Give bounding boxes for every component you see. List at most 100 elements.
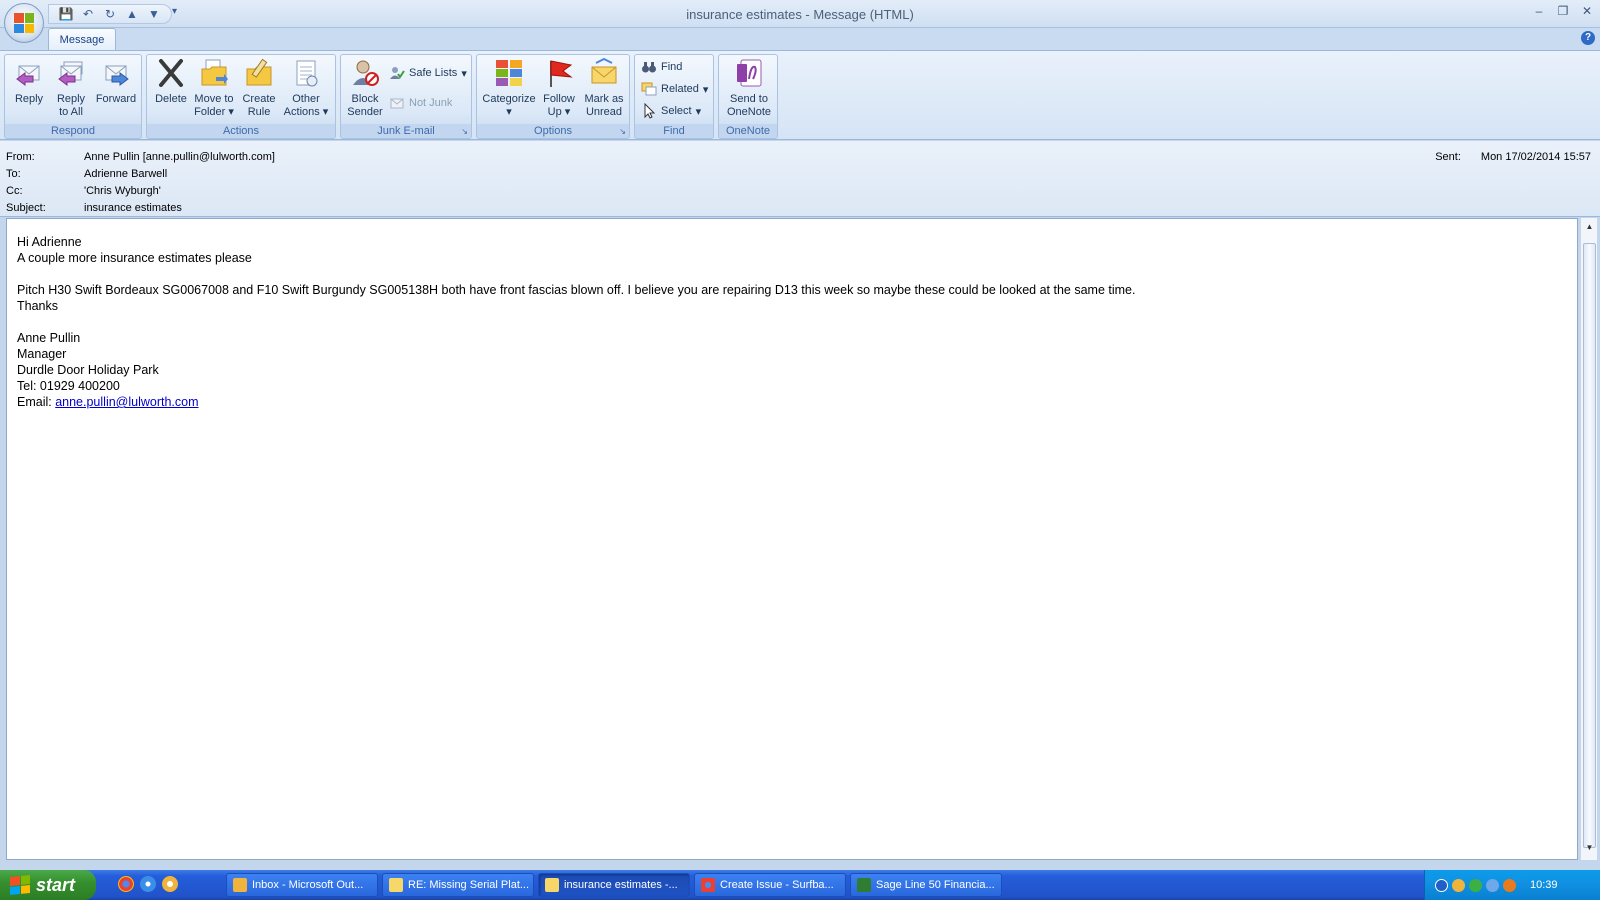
- minimize-icon[interactable]: –: [1532, 4, 1546, 18]
- group-label-find: Find: [635, 124, 713, 138]
- group-actions: Delete Move to Folder ▾ Create Rule Othe…: [146, 54, 336, 139]
- task-button[interactable]: Sage Line 50 Financia...: [850, 873, 1002, 897]
- to-label: To:: [6, 168, 21, 180]
- signature-title: Manager: [17, 347, 67, 361]
- to-value[interactable]: Adrienne Barwell: [84, 168, 167, 180]
- from-value[interactable]: Anne Pullin [anne.pullin@lulworth.com]: [84, 151, 275, 163]
- tray-outlook-icon[interactable]: [1452, 878, 1465, 892]
- select-button[interactable]: Select ▾: [641, 102, 701, 119]
- tray-expand-icon[interactable]: [1435, 878, 1448, 892]
- reply-all-icon: [55, 57, 87, 89]
- system-tray: 10:39: [1424, 870, 1600, 900]
- group-label-junk-email: Junk E-mail: [341, 124, 471, 138]
- categorize-button[interactable]: Categorize ▾: [479, 57, 539, 119]
- office-logo-icon: [14, 13, 34, 33]
- quick-access-toolbar: 💾 ↶ ↻ ▲ ▼: [48, 4, 172, 24]
- task-button[interactable]: RE: Missing Serial Plat...: [382, 873, 534, 897]
- reply-icon: [13, 57, 45, 89]
- tab-message[interactable]: Message: [48, 28, 116, 51]
- vertical-scrollbar[interactable]: ▲ ▼: [1580, 218, 1597, 860]
- task-list: Inbox - Microsoft Out... RE: Missing Ser…: [226, 873, 1002, 897]
- envelope-icon: [545, 878, 559, 892]
- follow-up-button[interactable]: Follow Up ▾: [539, 57, 579, 119]
- subject-value: insurance estimates: [84, 202, 182, 214]
- safe-lists-button[interactable]: Safe Lists ▾: [389, 65, 467, 81]
- unread-envelope-icon: [588, 57, 620, 89]
- onenote-icon: [733, 57, 765, 89]
- ribbon-tab-row: Message ?: [0, 28, 1600, 51]
- body-line: Pitch H30 Swift Bordeaux SG0067008 and F…: [17, 283, 1136, 297]
- flag-icon: [543, 57, 575, 89]
- chrome-icon[interactable]: [118, 876, 134, 892]
- not-junk-button[interactable]: Not Junk: [389, 95, 452, 111]
- window-title: insurance estimates - Message (HTML): [686, 7, 914, 22]
- start-button[interactable]: start: [0, 870, 96, 900]
- forward-button[interactable]: Forward: [93, 57, 139, 106]
- help-icon[interactable]: ?: [1581, 31, 1595, 45]
- tray-status-icon[interactable]: [1469, 878, 1482, 892]
- group-label-respond: Respond: [5, 124, 141, 138]
- task-button-active[interactable]: insurance estimates -...: [538, 873, 690, 897]
- cc-value[interactable]: 'Chris Wyburgh': [84, 185, 161, 197]
- task-button[interactable]: Inbox - Microsoft Out...: [226, 873, 378, 897]
- sent-date: Sent: Mon 17/02/2014 15:57: [1435, 151, 1591, 163]
- title-bar: insurance estimates - Message (HTML) 💾 ↶…: [0, 0, 1600, 28]
- restore-icon[interactable]: ❐: [1556, 4, 1570, 18]
- customize-qat-icon[interactable]: ▾: [172, 6, 177, 17]
- next-item-icon[interactable]: ▼: [145, 7, 163, 21]
- find-button[interactable]: Find: [641, 59, 682, 75]
- forward-icon: [100, 57, 132, 89]
- folder-move-icon: [198, 57, 230, 89]
- junk-dialog-launcher-icon[interactable]: ↘: [461, 127, 468, 136]
- save-icon[interactable]: 💾: [57, 7, 75, 21]
- sent-label: Sent:: [1435, 151, 1461, 163]
- signature-company: Durdle Door Holiday Park: [17, 363, 159, 377]
- cc-label: Cc:: [6, 185, 23, 197]
- email-link[interactable]: anne.pullin@lulworth.com: [55, 395, 198, 409]
- redo-icon[interactable]: ↻: [101, 7, 119, 21]
- reply-button[interactable]: Reply: [9, 57, 49, 106]
- binoculars-icon: [641, 59, 657, 75]
- reply-all-button[interactable]: Reply to All: [51, 57, 91, 119]
- internet-explorer-icon[interactable]: [140, 876, 156, 892]
- options-dialog-launcher-icon[interactable]: ↘: [619, 127, 626, 136]
- delete-button[interactable]: Delete: [151, 57, 191, 106]
- move-to-folder-button[interactable]: Move to Folder ▾: [191, 57, 237, 119]
- related-messages-icon: [641, 81, 657, 97]
- sage-icon: [857, 878, 871, 892]
- other-actions-icon: [290, 57, 322, 89]
- cursor-icon: [641, 102, 657, 119]
- close-icon[interactable]: ✕: [1580, 4, 1594, 18]
- scroll-down-icon[interactable]: ▼: [1583, 843, 1596, 856]
- create-rule-button[interactable]: Create Rule: [239, 57, 279, 119]
- send-to-onenote-button[interactable]: Send to OneNote: [721, 57, 777, 119]
- previous-item-icon[interactable]: ▲: [123, 7, 141, 21]
- message-body[interactable]: Hi Adrienne A couple more insurance esti…: [6, 218, 1578, 860]
- network-icon[interactable]: [1486, 878, 1499, 892]
- signature-email: Email: anne.pullin@lulworth.com: [17, 395, 199, 409]
- task-button[interactable]: Create Issue - Surfba...: [694, 873, 846, 897]
- undo-icon[interactable]: ↶: [79, 7, 97, 21]
- body-line: A couple more insurance estimates please: [17, 251, 252, 265]
- chrome-icon: [701, 878, 715, 892]
- group-label-onenote: OneNote: [719, 124, 777, 138]
- block-sender-button[interactable]: Block Sender: [343, 57, 387, 119]
- group-junk-email: Block Sender Safe Lists ▾ Not Junk Junk …: [340, 54, 472, 139]
- other-actions-button[interactable]: Other Actions ▾: [281, 57, 331, 119]
- sent-value: Mon 17/02/2014 15:57: [1480, 151, 1591, 163]
- group-label-options: Options: [477, 124, 629, 138]
- outlook-icon[interactable]: [162, 876, 178, 892]
- not-junk-icon: [389, 95, 405, 111]
- office-button[interactable]: [4, 3, 44, 43]
- window-controls: – ❐ ✕: [1532, 4, 1594, 18]
- message-header: From: Anne Pullin [anne.pullin@lulworth.…: [0, 141, 1600, 217]
- group-find: Find Related ▾ Select ▾ Find: [634, 54, 714, 139]
- mark-as-unread-button[interactable]: Mark as Unread: [581, 57, 627, 119]
- group-onenote: Send to OneNote OneNote: [718, 54, 778, 139]
- outlook-icon: [233, 878, 247, 892]
- scrollbar-thumb[interactable]: [1583, 243, 1596, 848]
- tray-app-icon[interactable]: [1503, 878, 1516, 892]
- scroll-up-icon[interactable]: ▲: [1583, 222, 1596, 235]
- create-rule-icon: [243, 57, 275, 89]
- related-button[interactable]: Related ▾: [641, 81, 708, 97]
